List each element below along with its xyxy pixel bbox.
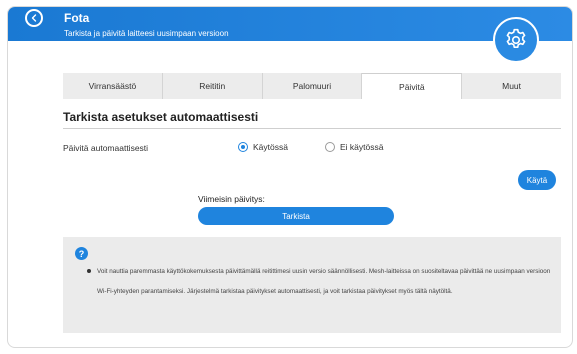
info-text: Voit nauttia paremmasta käyttökokemukses… bbox=[97, 268, 551, 295]
section-divider bbox=[63, 128, 561, 129]
tab-paivita[interactable]: Päivitä bbox=[362, 73, 463, 99]
gear-icon bbox=[506, 28, 526, 48]
last-update-label: Viimeisin päivitys: bbox=[198, 194, 265, 204]
auto-update-label: Päivitä automaattisesti bbox=[63, 143, 149, 153]
settings-badge bbox=[493, 17, 539, 63]
chevron-left-icon bbox=[31, 14, 37, 22]
apply-button[interactable]: Käytä bbox=[518, 170, 556, 190]
back-button[interactable] bbox=[25, 9, 43, 27]
header-bar: Fota Tarkista ja päivitä laitteesi uusim… bbox=[8, 7, 572, 41]
tab-muut[interactable]: Muut bbox=[462, 73, 561, 99]
page-subtitle: Tarkista ja päivitä laitteesi uusimpaan … bbox=[64, 29, 229, 38]
radio-unchecked-icon bbox=[325, 142, 335, 152]
tab-bar: Virransäästö Reititin Palomuuri Päivitä … bbox=[63, 73, 561, 99]
radio-enabled[interactable]: Käytössä bbox=[238, 142, 288, 152]
app-frame: Fota Tarkista ja päivitä laitteesi uusim… bbox=[7, 6, 573, 348]
check-update-button[interactable]: Tarkista bbox=[198, 207, 394, 225]
radio-disabled-label: Ei käytössä bbox=[340, 142, 384, 152]
radio-checked-icon bbox=[238, 142, 248, 152]
page-title: Fota bbox=[64, 11, 90, 25]
bullet-dot bbox=[87, 269, 91, 273]
tab-reititin[interactable]: Reititin bbox=[163, 73, 263, 99]
info-panel: ? Voit nauttia paremmasta käyttökokemuks… bbox=[63, 237, 561, 333]
section-title: Tarkista asetukset automaattisesti bbox=[63, 110, 259, 124]
tab-virransaasto[interactable]: Virransäästö bbox=[63, 73, 163, 99]
help-icon: ? bbox=[75, 247, 88, 260]
tab-palomuuri[interactable]: Palomuuri bbox=[263, 73, 363, 99]
radio-disabled[interactable]: Ei käytössä bbox=[325, 142, 383, 152]
radio-enabled-label: Käytössä bbox=[253, 142, 288, 152]
